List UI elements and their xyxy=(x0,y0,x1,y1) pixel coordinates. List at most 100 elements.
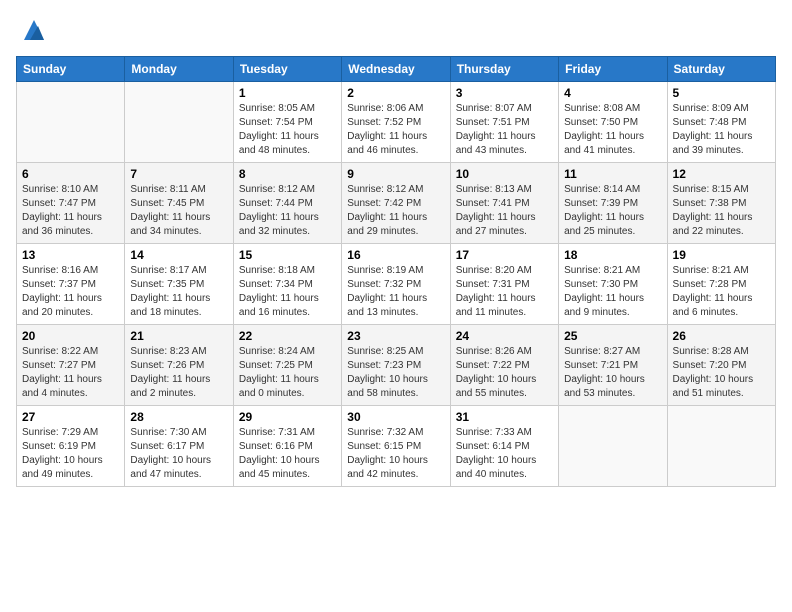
calendar-cell: 19 Sunrise: 8:21 AM Sunset: 7:28 PM Dayli… xyxy=(667,244,775,325)
day-info: Sunrise: 7:29 AM Sunset: 6:19 PM Dayligh… xyxy=(22,426,119,482)
calendar-cell: 7 Sunrise: 8:11 AM Sunset: 7:45 PM Daylig… xyxy=(125,163,233,244)
calendar-cell xyxy=(559,406,667,487)
day-info: Sunrise: 8:19 AM Sunset: 7:32 PM Dayligh… xyxy=(347,264,444,320)
calendar-week-row: 13 Sunrise: 8:16 AM Sunset: 7:37 PM Dayli… xyxy=(17,244,776,325)
calendar-cell: 31Sunrise: 7:33 AM Sunset: 6:14 PM Dayli… xyxy=(450,406,558,487)
day-of-week-header: Monday xyxy=(125,57,233,82)
day-number: 26 xyxy=(673,329,770,343)
calendar-week-row: 27Sunrise: 7:29 AM Sunset: 6:19 PM Dayli… xyxy=(17,406,776,487)
calendar-cell: 29 Sunrise: 7:31 AM Sunset: 6:16 PM Dayli… xyxy=(233,406,341,487)
day-number: 16 xyxy=(347,248,444,262)
calendar-cell: 3Sunrise: 8:07 AM Sunset: 7:51 PM Daylig… xyxy=(450,82,558,163)
page-header xyxy=(16,16,776,44)
calendar-week-row: 1Sunrise: 8:05 AM Sunset: 7:54 PM Daylig… xyxy=(17,82,776,163)
day-number: 6 xyxy=(22,167,119,181)
day-number: 24 xyxy=(456,329,553,343)
day-info: Sunrise: 8:16 AM Sunset: 7:37 PM Dayligh… xyxy=(22,264,119,320)
calendar-cell: 24 Sunrise: 8:26 AM Sunset: 7:22 PM Dayli… xyxy=(450,325,558,406)
day-number: 1 xyxy=(239,86,336,100)
calendar-header-row: SundayMondayTuesdayWednesdayThursdayFrid… xyxy=(17,57,776,82)
day-of-week-header: Friday xyxy=(559,57,667,82)
calendar-cell: 9Sunrise: 8:12 AM Sunset: 7:42 PM Daylig… xyxy=(342,163,450,244)
day-info: Sunrise: 8:21 AM Sunset: 7:28 PM Dayligh… xyxy=(673,264,770,320)
day-info: Sunrise: 8:13 AM Sunset: 7:41 PM Dayligh… xyxy=(456,183,553,239)
calendar-cell: 4 Sunrise: 8:08 AM Sunset: 7:50 PM Daylig… xyxy=(559,82,667,163)
day-number: 2 xyxy=(347,86,444,100)
day-number: 14 xyxy=(130,248,227,262)
day-info: Sunrise: 8:22 AM Sunset: 7:27 PM Dayligh… xyxy=(22,345,119,401)
day-of-week-header: Sunday xyxy=(17,57,125,82)
day-info: Sunrise: 8:07 AM Sunset: 7:51 PM Dayligh… xyxy=(456,102,553,158)
day-number: 7 xyxy=(130,167,227,181)
calendar-cell xyxy=(667,406,775,487)
calendar-cell: 6 Sunrise: 8:10 AM Sunset: 7:47 PM Daylig… xyxy=(17,163,125,244)
calendar-cell: 13 Sunrise: 8:16 AM Sunset: 7:37 PM Dayli… xyxy=(17,244,125,325)
day-number: 30 xyxy=(347,410,444,424)
day-info: Sunrise: 7:32 AM Sunset: 6:15 PM Dayligh… xyxy=(347,426,444,482)
day-number: 10 xyxy=(456,167,553,181)
day-info: Sunrise: 8:17 AM Sunset: 7:35 PM Dayligh… xyxy=(130,264,227,320)
day-info: Sunrise: 8:25 AM Sunset: 7:23 PM Dayligh… xyxy=(347,345,444,401)
calendar-cell: 8Sunrise: 8:12 AM Sunset: 7:44 PM Daylig… xyxy=(233,163,341,244)
calendar-cell: 16 Sunrise: 8:19 AM Sunset: 7:32 PM Dayli… xyxy=(342,244,450,325)
day-number: 4 xyxy=(564,86,661,100)
calendar-cell: 20 Sunrise: 8:22 AM Sunset: 7:27 PM Dayli… xyxy=(17,325,125,406)
day-info: Sunrise: 8:08 AM Sunset: 7:50 PM Dayligh… xyxy=(564,102,661,158)
day-info: Sunrise: 8:24 AM Sunset: 7:25 PM Dayligh… xyxy=(239,345,336,401)
day-number: 23 xyxy=(347,329,444,343)
day-number: 22 xyxy=(239,329,336,343)
day-number: 20 xyxy=(22,329,119,343)
day-info: Sunrise: 7:31 AM Sunset: 6:16 PM Dayligh… xyxy=(239,426,336,482)
day-number: 25 xyxy=(564,329,661,343)
calendar-cell: 22 Sunrise: 8:24 AM Sunset: 7:25 PM Dayli… xyxy=(233,325,341,406)
day-of-week-header: Wednesday xyxy=(342,57,450,82)
day-of-week-header: Thursday xyxy=(450,57,558,82)
day-info: Sunrise: 8:23 AM Sunset: 7:26 PM Dayligh… xyxy=(130,345,227,401)
day-number: 29 xyxy=(239,410,336,424)
day-info: Sunrise: 7:33 AM Sunset: 6:14 PM Dayligh… xyxy=(456,426,553,482)
day-info: Sunrise: 8:09 AM Sunset: 7:48 PM Dayligh… xyxy=(673,102,770,158)
day-info: Sunrise: 8:11 AM Sunset: 7:45 PM Dayligh… xyxy=(130,183,227,239)
day-info: Sunrise: 8:06 AM Sunset: 7:52 PM Dayligh… xyxy=(347,102,444,158)
day-info: Sunrise: 8:21 AM Sunset: 7:30 PM Dayligh… xyxy=(564,264,661,320)
calendar-cell: 14 Sunrise: 8:17 AM Sunset: 7:35 PM Dayli… xyxy=(125,244,233,325)
day-info: Sunrise: 8:28 AM Sunset: 7:20 PM Dayligh… xyxy=(673,345,770,401)
calendar-cell: 15 Sunrise: 8:18 AM Sunset: 7:34 PM Dayli… xyxy=(233,244,341,325)
calendar-cell: 10 Sunrise: 8:13 AM Sunset: 7:41 PM Dayli… xyxy=(450,163,558,244)
day-number: 15 xyxy=(239,248,336,262)
day-number: 18 xyxy=(564,248,661,262)
calendar-cell: 23 Sunrise: 8:25 AM Sunset: 7:23 PM Dayli… xyxy=(342,325,450,406)
calendar-cell: 17 Sunrise: 8:20 AM Sunset: 7:31 PM Dayli… xyxy=(450,244,558,325)
day-number: 12 xyxy=(673,167,770,181)
day-number: 19 xyxy=(673,248,770,262)
day-info: Sunrise: 8:14 AM Sunset: 7:39 PM Dayligh… xyxy=(564,183,661,239)
calendar-cell xyxy=(17,82,125,163)
calendar-cell: 21Sunrise: 8:23 AM Sunset: 7:26 PM Dayli… xyxy=(125,325,233,406)
day-of-week-header: Saturday xyxy=(667,57,775,82)
day-number: 28 xyxy=(130,410,227,424)
day-number: 17 xyxy=(456,248,553,262)
calendar-cell: 18 Sunrise: 8:21 AM Sunset: 7:30 PM Dayli… xyxy=(559,244,667,325)
day-info: Sunrise: 8:12 AM Sunset: 7:42 PM Dayligh… xyxy=(347,183,444,239)
day-info: Sunrise: 8:26 AM Sunset: 7:22 PM Dayligh… xyxy=(456,345,553,401)
calendar-week-row: 20 Sunrise: 8:22 AM Sunset: 7:27 PM Dayli… xyxy=(17,325,776,406)
day-info: Sunrise: 8:12 AM Sunset: 7:44 PM Dayligh… xyxy=(239,183,336,239)
day-info: Sunrise: 8:27 AM Sunset: 7:21 PM Dayligh… xyxy=(564,345,661,401)
calendar-week-row: 6 Sunrise: 8:10 AM Sunset: 7:47 PM Daylig… xyxy=(17,163,776,244)
calendar-cell: 2 Sunrise: 8:06 AM Sunset: 7:52 PM Daylig… xyxy=(342,82,450,163)
day-number: 13 xyxy=(22,248,119,262)
calendar-table: SundayMondayTuesdayWednesdayThursdayFrid… xyxy=(16,56,776,487)
calendar-cell: 1Sunrise: 8:05 AM Sunset: 7:54 PM Daylig… xyxy=(233,82,341,163)
calendar-cell: 30 Sunrise: 7:32 AM Sunset: 6:15 PM Dayli… xyxy=(342,406,450,487)
calendar-cell: 11 Sunrise: 8:14 AM Sunset: 7:39 PM Dayli… xyxy=(559,163,667,244)
day-info: Sunrise: 8:20 AM Sunset: 7:31 PM Dayligh… xyxy=(456,264,553,320)
day-info: Sunrise: 8:18 AM Sunset: 7:34 PM Dayligh… xyxy=(239,264,336,320)
calendar-cell: 26 Sunrise: 8:28 AM Sunset: 7:20 PM Dayli… xyxy=(667,325,775,406)
day-number: 11 xyxy=(564,167,661,181)
calendar-cell xyxy=(125,82,233,163)
logo-icon xyxy=(20,16,48,44)
calendar-cell: 28Sunrise: 7:30 AM Sunset: 6:17 PM Dayli… xyxy=(125,406,233,487)
day-info: Sunrise: 8:10 AM Sunset: 7:47 PM Dayligh… xyxy=(22,183,119,239)
calendar-cell: 5Sunrise: 8:09 AM Sunset: 7:48 PM Daylig… xyxy=(667,82,775,163)
calendar-cell: 27Sunrise: 7:29 AM Sunset: 6:19 PM Dayli… xyxy=(17,406,125,487)
